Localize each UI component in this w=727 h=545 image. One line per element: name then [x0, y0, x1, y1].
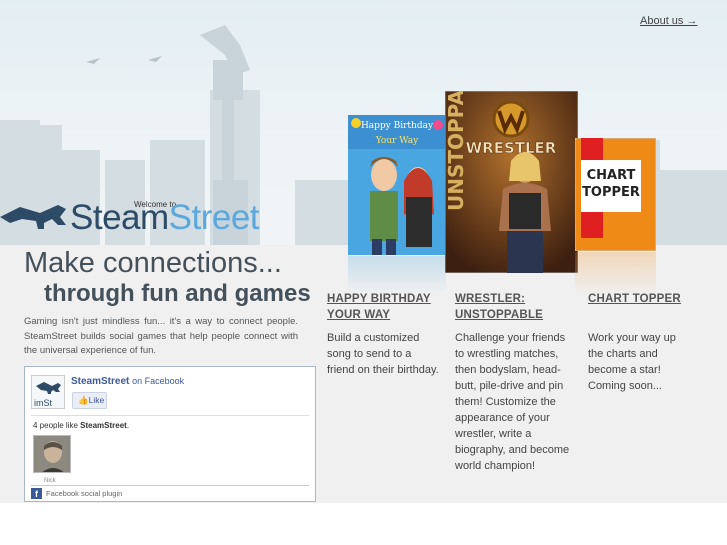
fan-name: Nick	[44, 478, 56, 484]
on-facebook-text: on Facebook	[132, 376, 185, 386]
facebook-page-avatar[interactable]: imSt	[31, 375, 65, 409]
thumbs-up-icon: 👍	[78, 395, 89, 405]
divider	[31, 415, 309, 416]
happy-birthday-game-art[interactable]: Happy Birthday Your Way	[348, 115, 446, 255]
like-label: Like	[88, 395, 105, 405]
chart-topper-art-subtitle: TOPPER	[582, 185, 640, 200]
chart-topper-description: Work your way up the charts and become a…	[588, 330, 676, 394]
like-count-prefix: 4 people like	[33, 421, 81, 430]
wrestler-art-subtitle: UNSTOPPABLE	[445, 91, 468, 211]
headline-line2: through fun and games	[44, 280, 311, 307]
logo-street-text: Street	[168, 198, 260, 237]
wrestler-desc-line: butt, pile-drive and pin	[455, 380, 564, 392]
like-count-page: SteamStreet	[80, 421, 127, 430]
footer-band	[0, 503, 727, 545]
footer-divider	[31, 485, 309, 486]
happy-birthday-title-link[interactable]: HAPPY BIRTHDAY YOUR WAY	[327, 291, 431, 323]
chart-topper-desc-line: become a star!	[588, 364, 661, 376]
birthday-art-reflection	[348, 256, 446, 294]
wrestler-desc-line: them! Customize the	[455, 396, 556, 408]
facebook-like-box: imSt SteamStreet on Facebook 👍Like 4 peo…	[24, 366, 316, 502]
wrestler-description: Challenge your friends to wrestling matc…	[455, 330, 569, 474]
wrestler-desc-line: biography, and become	[455, 444, 570, 456]
wrestler-desc-line: then bodyslam, head-	[455, 364, 561, 376]
fan-avatar[interactable]	[33, 435, 71, 473]
wrestler-title-line2: UNSTOPPABLE	[455, 309, 544, 321]
person-photo-icon	[34, 436, 70, 472]
chart-topper-desc-line: Coming soon...	[588, 380, 662, 392]
intro-paragraph: Gaming isn't just mindless fun... it's a…	[24, 316, 298, 356]
page-logo-text: imSt	[34, 398, 52, 408]
logo-steam-text: Steam	[70, 198, 169, 237]
wrestler-game-art[interactable]: WRESTLER UNSTOPPABLE	[445, 91, 578, 273]
wrestler-art-title: WRESTLER	[466, 139, 557, 157]
chart-topper-title-line1: CHART TOPPER	[588, 293, 681, 305]
facebook-plugin-label[interactable]: Facebook social plugin	[46, 489, 122, 498]
chart-topper-desc-line: Work your way up	[588, 332, 676, 344]
wrestler-title-line1: WRESTLER:	[455, 293, 526, 305]
facebook-icon: f	[31, 488, 42, 499]
chart-topper-title-link[interactable]: CHART TOPPER	[588, 291, 681, 307]
facebook-like-button[interactable]: 👍Like	[72, 392, 107, 409]
facebook-plugin-footer: f Facebook social plugin	[31, 488, 122, 499]
happy-birthday-description: Build a customized song to send to a fri…	[327, 330, 439, 378]
like-count-suffix: .	[126, 421, 130, 430]
wrestler-desc-line: wrestler, write a	[455, 428, 532, 440]
chart-topper-art-reflection	[575, 252, 656, 296]
facebook-page-name: SteamStreet on Facebook	[71, 376, 184, 387]
page-logo-icon: imSt	[34, 382, 61, 408]
wrestler-title-link[interactable]: WRESTLER: UNSTOPPABLE	[455, 291, 543, 323]
happy-birthday-title-line1: HAPPY BIRTHDAY	[327, 293, 431, 305]
wrestler-desc-line: appearance of your	[455, 412, 550, 424]
logo-wordmark: SteamStreet	[70, 198, 260, 238]
happy-birthday-desc-line: song to send to a	[327, 348, 412, 360]
facebook-page-link[interactable]: SteamStreet	[71, 376, 129, 387]
birthday-art-title: Happy Birthday	[361, 121, 434, 131]
birthday-art-subtitle: Your Way	[375, 136, 419, 146]
wrestler-desc-line: to wrestling matches,	[455, 348, 559, 360]
happy-birthday-desc-line: friend on their birthday.	[327, 364, 439, 376]
chart-topper-desc-line: the charts and	[588, 348, 658, 360]
like-count-text: 4 people like SteamStreet.	[33, 421, 129, 430]
chart-topper-art-title: CHART	[587, 168, 636, 183]
headline-line1: Make connections...	[24, 247, 282, 279]
chart-topper-game-art[interactable]: CHART TOPPER	[575, 138, 656, 251]
about-us-link[interactable]: About us →	[640, 15, 697, 27]
happy-birthday-desc-line: Build a customized	[327, 332, 420, 344]
wrestler-desc-line: world champion!	[455, 460, 536, 472]
happy-birthday-title-line2: YOUR WAY	[327, 309, 391, 321]
wrestler-desc-line: Challenge your friends	[455, 332, 566, 344]
